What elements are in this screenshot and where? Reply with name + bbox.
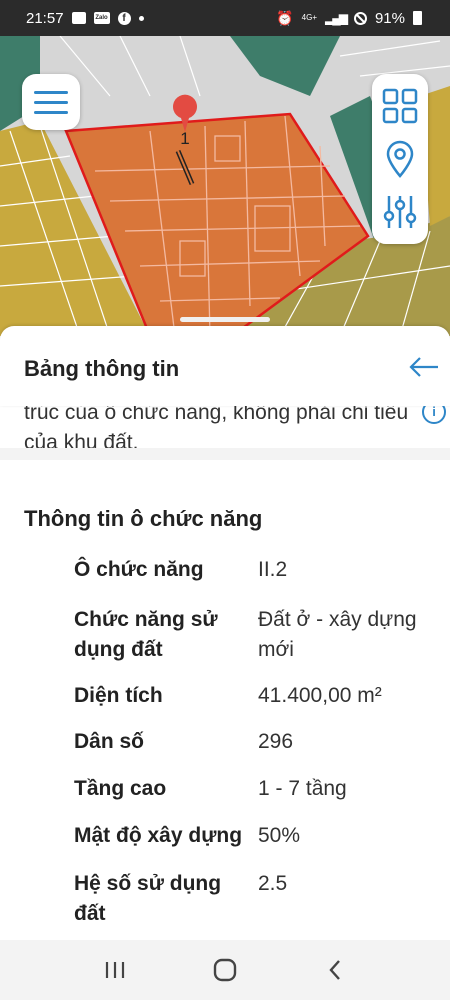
map-marker-label: 1 bbox=[180, 129, 189, 148]
signal-icon: ▂▄▆ bbox=[325, 11, 348, 25]
status-time: 21:57 bbox=[26, 9, 64, 27]
attribute-table: Ô chức năng II.2 Chức năng sử dụng đất Đ… bbox=[74, 555, 444, 939]
attribute-value: 1 - 7 tầng bbox=[258, 777, 347, 800]
info-sheet-title: Bảng thông tin bbox=[24, 356, 180, 381]
attribute-row: Mật độ xây dựng 50% bbox=[74, 821, 444, 869]
map-view[interactable]: 1 bbox=[0, 36, 450, 336]
attribute-value: Đất ở - xây dựng mới bbox=[258, 608, 417, 661]
attribute-key: Diện tích bbox=[74, 684, 163, 707]
system-nav-bar bbox=[0, 940, 450, 1000]
home-icon bbox=[213, 958, 237, 982]
home-button[interactable] bbox=[205, 950, 245, 990]
gallery-icon bbox=[71, 12, 86, 24]
divider bbox=[0, 448, 450, 460]
attribute-value: 2.5 bbox=[258, 872, 288, 895]
recent-apps-button[interactable] bbox=[95, 950, 135, 990]
back-nav-button[interactable] bbox=[315, 950, 355, 990]
attribute-row: Tầng cao 1 - 7 tầng bbox=[74, 774, 444, 821]
drag-handle[interactable] bbox=[180, 317, 270, 322]
attribute-key: Ô chức năng bbox=[74, 558, 204, 581]
menu-icon bbox=[34, 110, 68, 114]
notification-dot-icon bbox=[138, 15, 144, 21]
info-sheet-header: Bảng thông tin bbox=[0, 317, 450, 406]
facebook-icon: f bbox=[117, 11, 131, 25]
menu-button[interactable] bbox=[22, 74, 80, 130]
attribute-row: Diện tích 41.400,00 m² bbox=[74, 681, 444, 727]
note-text: trúc của ô chức năng, không phải chỉ tiê… bbox=[24, 406, 409, 448]
attribute-row: Dân số 296 bbox=[74, 727, 444, 774]
attribute-row: Ô chức năng II.2 bbox=[74, 555, 444, 605]
arrow-left-icon bbox=[409, 357, 438, 377]
chevron-left-icon bbox=[329, 960, 340, 980]
recent-apps-icon bbox=[105, 962, 125, 978]
attribute-key: Dân số bbox=[74, 730, 145, 753]
attribute-value: II.2 bbox=[258, 558, 288, 581]
battery-percent: 91% bbox=[374, 9, 405, 27]
status-bar: 21:57 Zalo f ⏰ 4G+ ▂▄▆ 91% bbox=[0, 0, 450, 36]
info-content: Thông tin ô chức năng Ô chức năng II.2 C… bbox=[0, 460, 450, 940]
attribute-key: Mật độ xây dựng bbox=[74, 824, 243, 847]
battery-icon bbox=[413, 11, 422, 25]
zalo-icon: Zalo bbox=[93, 12, 110, 24]
status-left: 21:57 Zalo f bbox=[26, 10, 144, 27]
network-type: 4G+ bbox=[301, 13, 317, 22]
menu-icon bbox=[34, 90, 68, 94]
attribute-key: Chức năng sử dụng đất bbox=[74, 608, 218, 661]
section-title: Thông tin ô chức năng bbox=[24, 506, 263, 531]
grid-icon[interactable] bbox=[380, 86, 420, 126]
back-button[interactable] bbox=[408, 354, 440, 380]
attribute-value: 296 bbox=[258, 730, 294, 753]
location-pin-icon[interactable] bbox=[380, 139, 420, 179]
status-right: ⏰ 4G+ ▂▄▆ 91% bbox=[276, 10, 422, 27]
attribute-key: Tầng cao bbox=[74, 777, 167, 800]
attribute-row: Hệ số sử dụng đất 2.5 bbox=[74, 869, 444, 939]
filter-sliders-icon[interactable] bbox=[380, 192, 420, 232]
attribute-row: Chức năng sử dụng đất Đất ở - xây dựng m… bbox=[74, 605, 444, 681]
alarm-icon: ⏰ bbox=[276, 9, 294, 26]
map-tools-panel bbox=[372, 74, 428, 244]
attribute-value: 50% bbox=[258, 824, 301, 847]
note-area: trúc của ô chức năng, không phải chỉ tiê… bbox=[0, 406, 450, 448]
menu-icon bbox=[34, 100, 68, 104]
info-icon[interactable]: i bbox=[422, 406, 446, 424]
do-not-disturb-icon bbox=[353, 11, 367, 25]
attribute-value: 41.400,00 m² bbox=[258, 684, 382, 707]
attribute-key: Hệ số sử dụng đất bbox=[74, 872, 222, 925]
